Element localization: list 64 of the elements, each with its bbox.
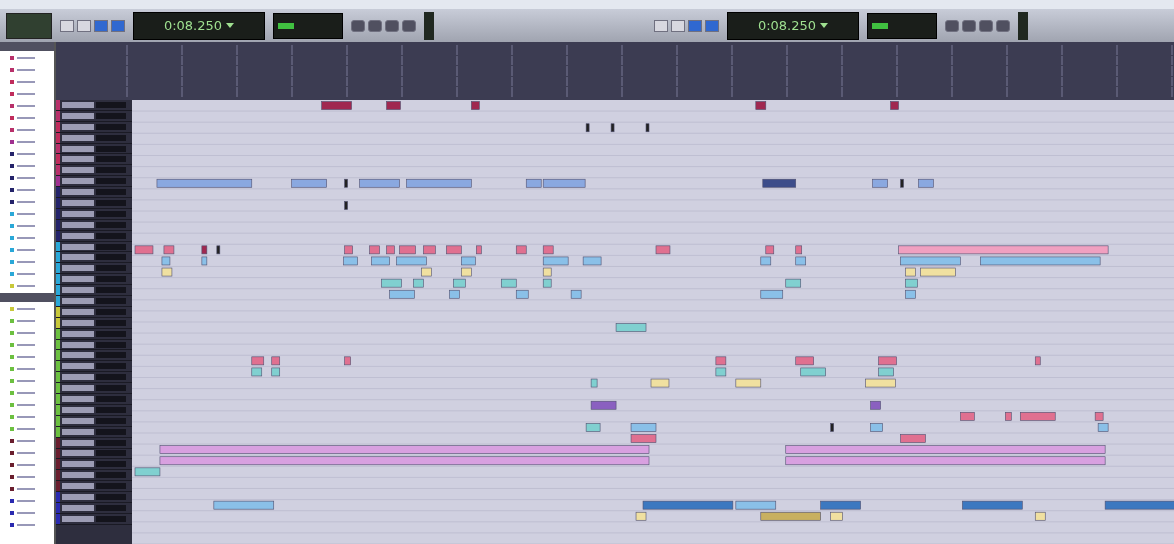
transport-button[interactable] xyxy=(962,19,976,32)
tool-button[interactable] xyxy=(60,19,74,32)
tool-button[interactable] xyxy=(654,19,668,32)
track-header[interactable] xyxy=(56,513,132,525)
level-meter xyxy=(1018,11,1028,40)
track-header[interactable] xyxy=(56,208,132,220)
transport-button[interactable] xyxy=(385,19,399,32)
transport-button[interactable] xyxy=(996,19,1010,32)
track-header[interactable] xyxy=(56,415,132,427)
track-header[interactable] xyxy=(56,132,132,144)
track-header[interactable] xyxy=(56,339,132,351)
status-indicator xyxy=(872,22,888,29)
mode-display xyxy=(6,12,52,39)
track-header[interactable] xyxy=(56,470,132,482)
main-counter: 0:08.250 xyxy=(163,18,223,33)
track-header[interactable] xyxy=(56,176,132,188)
track-header[interactable] xyxy=(56,198,132,209)
track-header[interactable] xyxy=(56,459,132,471)
track-header[interactable] xyxy=(56,110,132,122)
track-header[interactable] xyxy=(56,328,132,340)
tool-button[interactable] xyxy=(688,19,702,32)
track-header[interactable] xyxy=(56,241,132,253)
track-header[interactable] xyxy=(56,143,132,155)
track-header[interactable] xyxy=(56,492,132,503)
track-header[interactable] xyxy=(56,100,132,111)
track-header[interactable] xyxy=(56,426,132,438)
transport-button[interactable] xyxy=(402,19,416,32)
main-counter: 0:08.250 xyxy=(757,18,817,33)
tool-button[interactable] xyxy=(671,19,685,32)
track-header[interactable] xyxy=(56,263,132,275)
track-header[interactable] xyxy=(56,230,132,242)
transport-button[interactable] xyxy=(351,19,365,32)
track-header[interactable] xyxy=(56,219,132,231)
tool-button[interactable] xyxy=(705,19,719,32)
track-header[interactable] xyxy=(56,404,132,416)
track-header[interactable] xyxy=(56,252,132,264)
track-header[interactable] xyxy=(56,437,132,449)
track-header[interactable] xyxy=(56,121,132,133)
track-header[interactable] xyxy=(56,165,132,177)
level-meter xyxy=(424,11,434,40)
track-header[interactable] xyxy=(56,154,132,166)
caret-icon[interactable] xyxy=(820,23,829,28)
track-header[interactable] xyxy=(56,285,132,297)
track-header[interactable] xyxy=(56,372,132,384)
tool-button[interactable] xyxy=(94,19,108,32)
track-header[interactable] xyxy=(56,502,132,514)
track-header[interactable] xyxy=(56,394,132,405)
track-header[interactable] xyxy=(56,306,132,318)
track-header[interactable] xyxy=(56,350,132,362)
tool-button[interactable] xyxy=(111,19,125,32)
transport-button[interactable] xyxy=(368,19,382,32)
caret-icon[interactable] xyxy=(226,23,235,28)
track-header[interactable] xyxy=(56,317,132,329)
track-header[interactable] xyxy=(56,274,132,286)
track-header[interactable] xyxy=(56,383,132,395)
track-header[interactable] xyxy=(56,187,132,198)
track-header[interactable] xyxy=(56,448,132,460)
track-header[interactable] xyxy=(56,361,132,373)
track-header[interactable] xyxy=(56,481,132,493)
track-header[interactable] xyxy=(56,296,132,307)
transport-button[interactable] xyxy=(945,19,959,32)
transport-button[interactable] xyxy=(979,19,993,32)
tool-button[interactable] xyxy=(77,19,91,32)
status-indicator xyxy=(278,22,294,29)
